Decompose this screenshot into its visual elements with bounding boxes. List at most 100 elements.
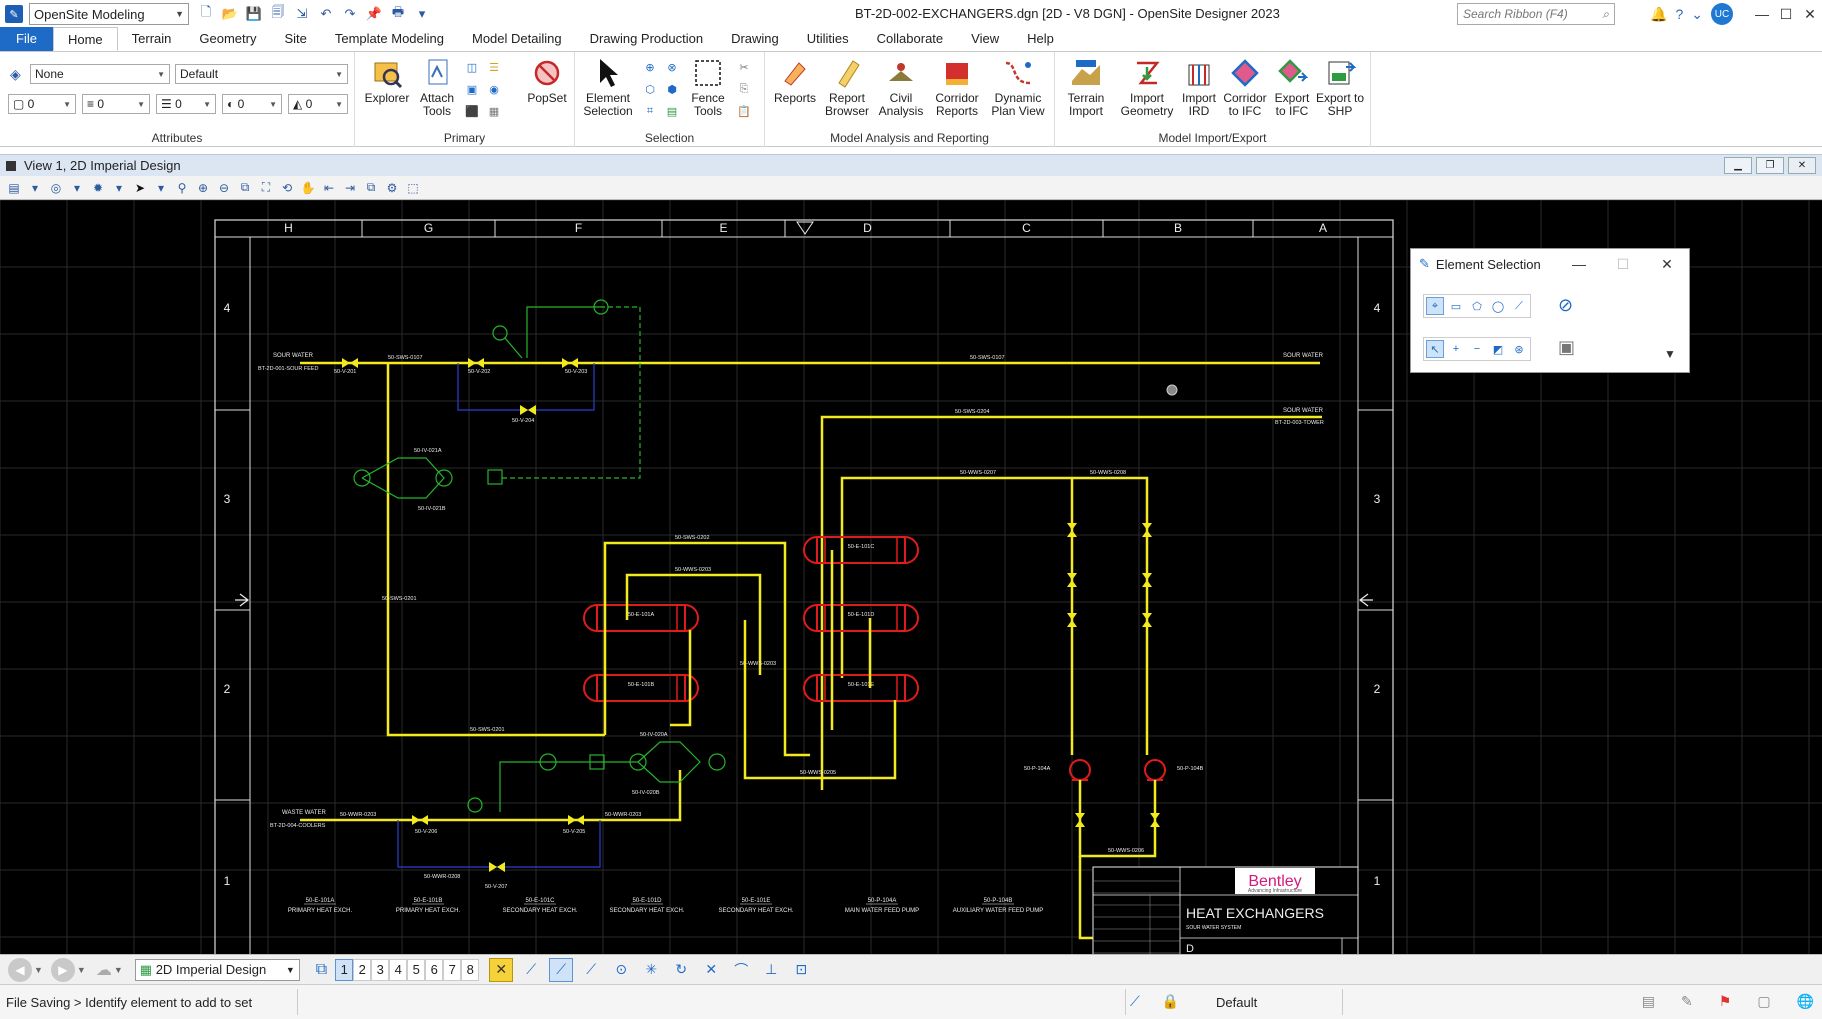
snap-settings-icon[interactable]: ⊡ — [789, 958, 813, 982]
undo-icon[interactable]: ↶ — [317, 5, 335, 23]
view-button-1[interactable]: 1 — [335, 958, 354, 981]
fence-tools-button[interactable]: Fence Tools — [683, 56, 733, 118]
lock-icon[interactable]: 🔒 — [1162, 993, 1179, 1010]
tab-utilities[interactable]: Utilities — [793, 27, 863, 51]
hand-pan-icon[interactable]: ✋ — [300, 180, 316, 196]
notification-bell-icon[interactable]: 🔔 — [1650, 6, 1667, 23]
report-browser-button[interactable]: Report Browser — [820, 56, 874, 118]
print-icon[interactable]: 🖶 — [389, 4, 407, 23]
model-status-icon[interactable]: ▤ — [1642, 993, 1655, 1010]
references-icon[interactable]: ▣ — [463, 80, 481, 98]
search-ribbon-input[interactable]: Search Ribbon (F4) ⌕ — [1457, 3, 1615, 25]
previous-view-icon[interactable]: ⇤ — [321, 180, 337, 196]
minimize-icon[interactable]: — — [1750, 0, 1774, 28]
tab-template-modeling[interactable]: Template Modeling — [321, 27, 458, 51]
user-avatar[interactable]: UC — [1710, 3, 1733, 25]
dialog-maximize-icon[interactable]: ☐ — [1601, 249, 1645, 279]
mode-add-icon[interactable]: + — [1447, 340, 1465, 358]
select-by-attributes-icon[interactable]: ⊗ — [663, 58, 681, 76]
origin-snap-icon[interactable]: ⊙ — [609, 958, 633, 982]
selection-extra-icon[interactable]: ⌗ — [641, 102, 659, 120]
tab-file[interactable]: File — [0, 27, 53, 51]
view-close-icon[interactable]: ✕ — [1788, 157, 1816, 174]
dialog-minimize-icon[interactable]: — — [1557, 249, 1601, 279]
view-button-2[interactable]: 2 — [353, 958, 372, 981]
tab-view[interactable]: View — [957, 27, 1013, 51]
tab-terrain[interactable]: Terrain — [118, 27, 186, 51]
expand-dialog-icon[interactable]: ▼ — [1664, 347, 1676, 361]
tab-site[interactable]: Site — [270, 27, 320, 51]
method-block-icon[interactable]: ▭ — [1447, 297, 1465, 315]
mode-invert-icon[interactable]: ◩ — [1489, 340, 1507, 358]
close-icon[interactable]: ✕ — [1798, 0, 1822, 28]
level-combo[interactable]: None ▼ — [30, 64, 170, 84]
view-attributes-icon[interactable]: ▤ — [6, 180, 22, 196]
tangent-snap-icon[interactable]: ↻ — [669, 958, 693, 982]
active-model-select[interactable]: ▦ 2D Imperial Design ▼ — [134, 958, 300, 981]
bisector-snap-icon[interactable]: ✳ — [639, 958, 663, 982]
deselect-icon[interactable]: ⬡ — [641, 80, 659, 98]
redo-icon[interactable]: ↷ — [341, 5, 359, 23]
corridor-to-ifc-button[interactable]: Corridor to IFC — [1221, 56, 1269, 118]
tab-model-detailing[interactable]: Model Detailing — [458, 27, 576, 51]
popset-button[interactable]: PopSet — [523, 56, 571, 105]
workspace-select[interactable]: OpenSite Modeling ▼ — [29, 3, 189, 25]
lighting-chevron-icon[interactable]: ▾ — [111, 180, 127, 196]
cloud-icon[interactable]: ☁ — [96, 960, 112, 980]
open-folder-icon[interactable]: 📂 — [221, 5, 239, 23]
cut-icon[interactable]: ✂ — [735, 58, 753, 76]
view-button-4[interactable]: 4 — [389, 958, 408, 981]
zoom-out-icon[interactable]: ⊖ — [216, 180, 232, 196]
maximize-icon[interactable]: ☐ — [1774, 0, 1798, 28]
weight-combo[interactable]: ☰ 0 ▼ — [156, 94, 216, 114]
view-attributes-chevron-icon[interactable]: ▾ — [27, 180, 43, 196]
export-to-ifc-button[interactable]: Export to IFC — [1269, 56, 1315, 118]
corridor-reports-button[interactable]: Corridor Reports — [927, 56, 987, 118]
intersection-snap-icon[interactable]: ✕ — [699, 958, 723, 982]
method-shape-icon[interactable]: ⬠ — [1468, 297, 1486, 315]
selection-arrow-chevron-icon[interactable]: ▾ — [153, 180, 169, 196]
attach-tools-button[interactable]: Attach Tools — [413, 56, 461, 118]
midpoint-snap-icon[interactable]: ⟋ — [549, 957, 574, 982]
mode-new-icon[interactable]: ↖ — [1426, 340, 1444, 358]
view-button-7[interactable]: 7 — [443, 958, 462, 981]
import-ird-button[interactable]: Import IRD — [1177, 56, 1221, 118]
selection-arrow-icon[interactable]: ➤ — [132, 180, 148, 196]
back-icon[interactable]: ◀ — [8, 957, 32, 982]
color-combo[interactable]: ▢ 0 ▼ — [8, 94, 76, 114]
forward-chevron-icon[interactable]: ▼ — [77, 965, 86, 975]
method-individual-icon[interactable]: ⌖ — [1426, 297, 1444, 315]
view-minimize-icon[interactable]: ▁ — [1724, 157, 1752, 174]
method-circle-icon[interactable]: ◯ — [1489, 297, 1507, 315]
clear-selection-icon[interactable]: ⊘ — [1558, 295, 1573, 316]
perpendicular-snap-icon[interactable]: ⌒ — [729, 958, 753, 982]
accudraw-icon[interactable]: ⟋ — [1130, 993, 1140, 1010]
tab-collaborate[interactable]: Collaborate — [863, 27, 958, 51]
alert-icon[interactable]: ⚑ — [1719, 993, 1732, 1010]
design-history-icon[interactable]: ✎ — [1681, 993, 1693, 1010]
window-area-icon[interactable]: ⧉ — [237, 180, 253, 196]
fit-view-icon[interactable]: ⛶ — [258, 180, 274, 196]
zoom-in-icon[interactable]: ⊕ — [195, 180, 211, 196]
save-all-icon[interactable]: 🗐 — [269, 4, 287, 23]
terrain-import-button[interactable]: Terrain Import — [1059, 56, 1113, 118]
view-settings-icon[interactable]: ⚙ — [384, 180, 400, 196]
models-icon[interactable]: ◫ — [463, 58, 481, 76]
tab-drawing[interactable]: Drawing — [717, 27, 793, 51]
tab-drawing-production[interactable]: Drawing Production — [576, 27, 717, 51]
invert-selection-icon[interactable]: ⬢ — [663, 80, 681, 98]
globe-icon[interactable]: 🌐 — [1797, 993, 1814, 1010]
keypoint-snap-icon[interactable]: ✕ — [489, 957, 514, 982]
copy-view-icon[interactable]: ⧉ — [363, 180, 379, 196]
transparency-combo[interactable]: ◐ 0 ▼ — [222, 94, 282, 114]
lighting-icon[interactable]: ✹ — [90, 180, 106, 196]
explorer-button[interactable]: Explorer — [359, 56, 415, 105]
text-style-combo[interactable]: Default ▼ — [175, 64, 348, 84]
view-button-6[interactable]: 6 — [425, 958, 444, 981]
back-chevron-icon[interactable]: ▼ — [34, 965, 43, 975]
select-all-elements-icon[interactable]: ▣ — [1558, 337, 1575, 358]
pin-icon[interactable]: 📌 — [365, 5, 383, 23]
parallel-snap-icon[interactable]: ⊥ — [759, 958, 783, 982]
file-status-icon[interactable]: ▢ — [1757, 993, 1770, 1010]
method-line-icon[interactable]: ⟋ — [1510, 297, 1528, 315]
